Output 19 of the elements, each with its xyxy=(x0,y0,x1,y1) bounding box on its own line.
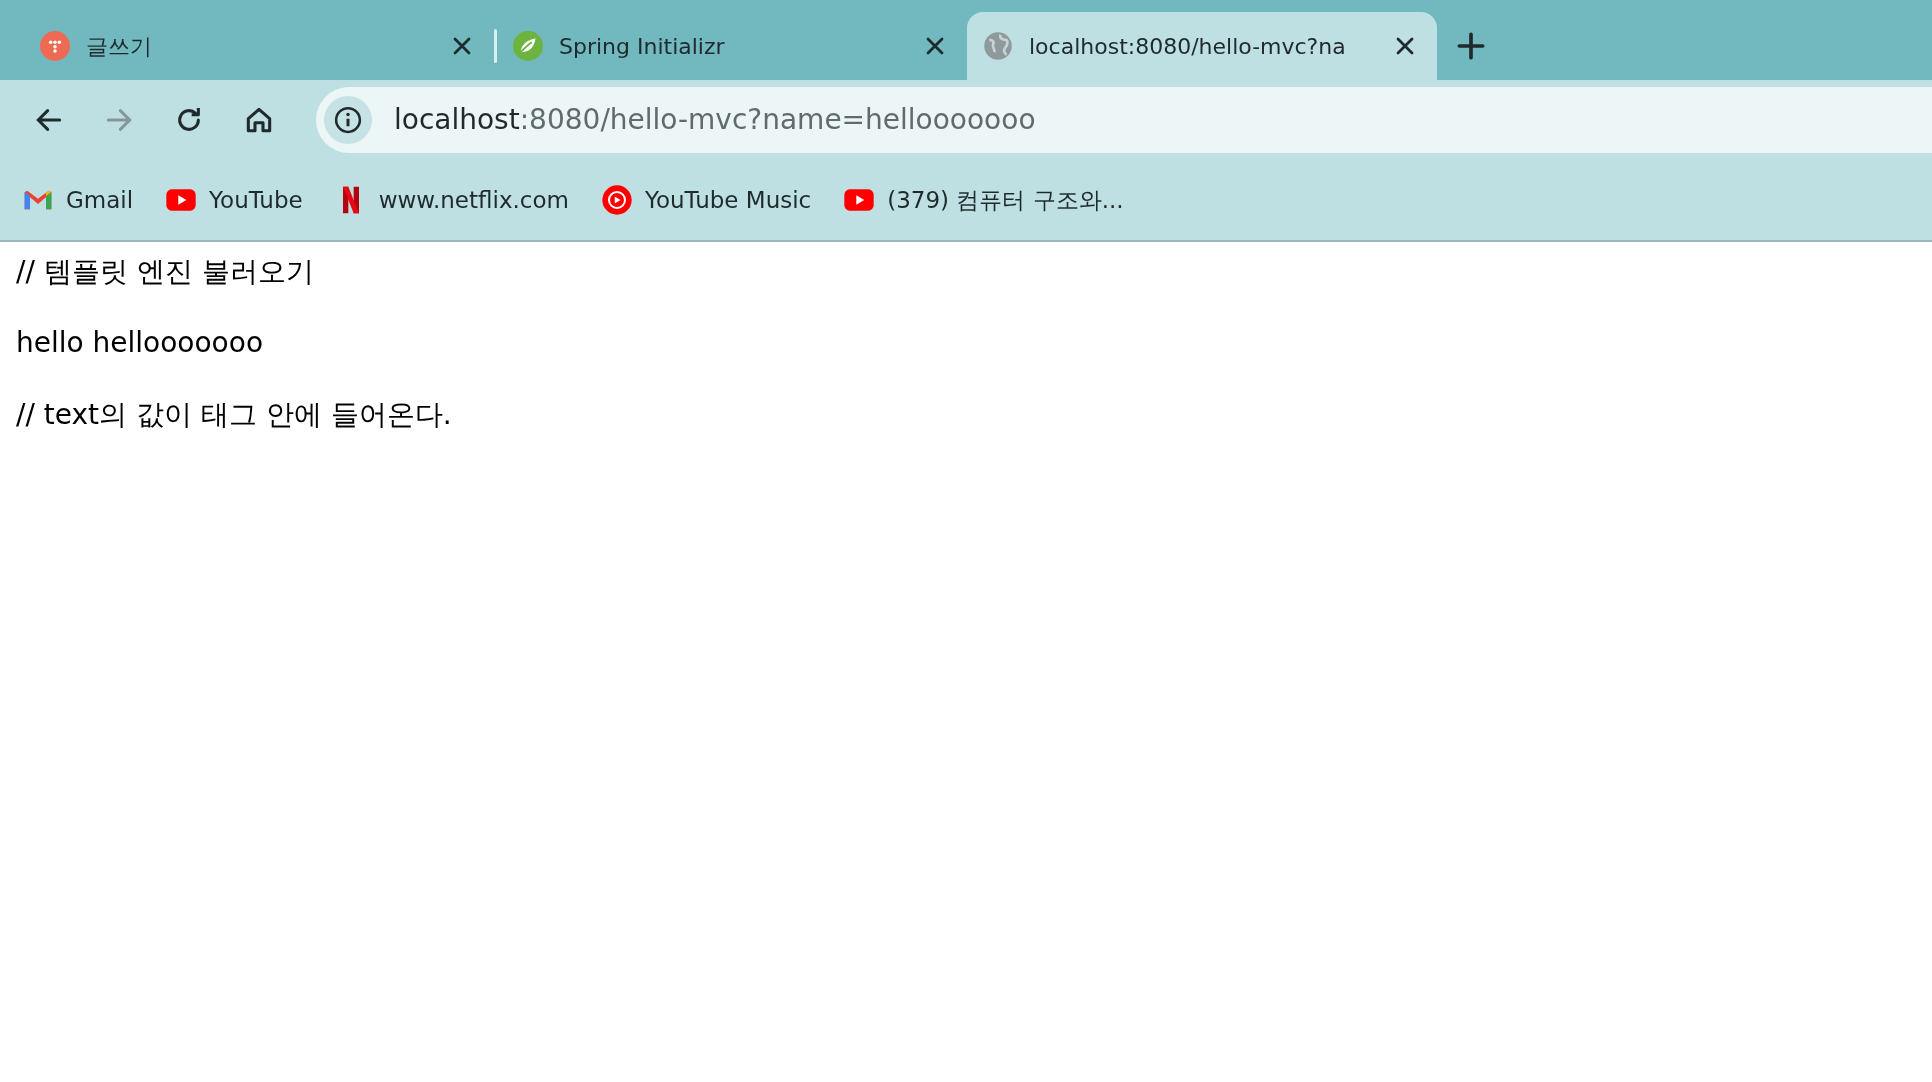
text-line: hello hellooooooo xyxy=(16,325,264,362)
globe-icon xyxy=(983,31,1013,61)
bookmark[interactable]: (379) 컴퓨터 구조와... xyxy=(843,182,1124,218)
text-line: // 템플릿 엔진 불러오기 xyxy=(16,254,315,290)
url-text: localhost:8080/hello-mvc?name=hellooooooo xyxy=(394,102,1036,138)
browser-tab[interactable]: Spring Initializr xyxy=(497,12,967,80)
bookmark[interactable]: www.netflix.com xyxy=(334,182,569,218)
text-line: // text의 값이 태그 안에 들어온다. xyxy=(16,396,453,433)
bookmark[interactable]: Gmail xyxy=(22,182,134,218)
leaf-icon xyxy=(513,31,543,61)
address-bar[interactable]: localhost:8080/hello-mvc?name=hellooooooo xyxy=(316,87,1932,153)
play-circle-icon xyxy=(600,184,633,216)
bookmark[interactable]: YouTube Music xyxy=(600,182,812,218)
browser-tab[interactable]: localhost:8080/hello-mvc?na xyxy=(967,12,1437,80)
bookmark[interactable]: YouTube xyxy=(165,182,303,218)
site-info-button[interactable] xyxy=(324,96,372,144)
info-icon xyxy=(333,105,363,135)
browser-tab[interactable]: 글쓰기 xyxy=(24,12,494,80)
dots-icon xyxy=(40,31,70,61)
